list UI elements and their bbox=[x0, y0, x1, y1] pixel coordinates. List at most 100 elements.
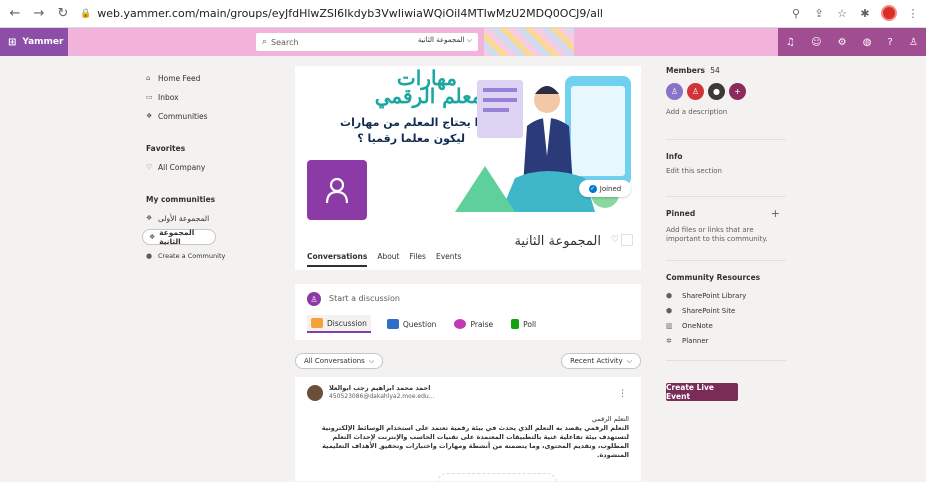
tool-label: Discussion bbox=[327, 318, 367, 328]
add-pinned-icon[interactable]: + bbox=[771, 207, 780, 220]
nav-label: Home Feed bbox=[158, 73, 201, 83]
main-column: مهارات المعلم الرقمي ماذا يحتاج المعلم م… bbox=[295, 66, 641, 481]
start-discussion-input[interactable]: Start a discussion bbox=[329, 294, 400, 303]
member-avatar[interactable]: ♙ bbox=[666, 83, 683, 100]
question-button[interactable]: Question bbox=[385, 315, 439, 333]
nav-create-community[interactable]: ● Create a Community bbox=[146, 248, 276, 264]
resource-sharepoint-library[interactable]: ⬢ SharePoint Library bbox=[666, 288, 786, 303]
tool-label: Poll bbox=[523, 319, 537, 329]
my-communities-heading: My communities bbox=[146, 195, 216, 204]
question-icon bbox=[386, 319, 399, 329]
community-icon: ❖ bbox=[149, 233, 156, 241]
group-logo bbox=[307, 160, 367, 220]
member-avatar[interactable]: ♙ bbox=[687, 83, 704, 100]
tab-files[interactable]: Files bbox=[410, 252, 426, 267]
sharepoint-icon: ⬢ bbox=[666, 291, 673, 300]
filter-label: All Conversations bbox=[304, 357, 365, 365]
resource-label: SharePoint Site bbox=[682, 306, 736, 315]
live-event-section: Create Live Event bbox=[666, 383, 786, 401]
settings-icon[interactable]: ⚙ bbox=[838, 37, 847, 48]
right-sidebar: Members 54 ♙ ♙ ● + Add a description Inf… bbox=[666, 66, 786, 401]
zoom-icon[interactable]: ⚲ bbox=[789, 7, 803, 20]
create-live-event-button[interactable]: Create Live Event bbox=[666, 383, 738, 401]
nav-all-company[interactable]: ♡ All Company bbox=[146, 159, 276, 175]
nav-community-2[interactable]: ❖ المجموعة الثانية bbox=[142, 228, 216, 246]
notifications-icon[interactable]: ♫ bbox=[786, 37, 795, 48]
nav-communities[interactable]: ❖ Communities bbox=[146, 108, 276, 124]
nav-label: Inbox bbox=[158, 92, 179, 102]
brand[interactable]: ⊞ Yammer bbox=[0, 28, 68, 56]
home-icon: ⌂ bbox=[146, 74, 151, 82]
resources-list: ⬢ SharePoint Library ⬢ SharePoint Site ▥ On… bbox=[666, 288, 786, 348]
sharepoint-icon: ⬢ bbox=[666, 306, 673, 315]
resource-label: SharePoint Library bbox=[682, 291, 747, 300]
favorite-heart-icon[interactable]: ♡ bbox=[611, 235, 619, 245]
discussion-button[interactable]: Discussion bbox=[307, 315, 371, 333]
resource-planner[interactable]: ✲ Planner bbox=[666, 333, 786, 348]
members-count: 54 bbox=[710, 66, 720, 75]
emoji-icon[interactable]: ☺ bbox=[811, 37, 821, 48]
praise-button[interactable]: Praise bbox=[452, 315, 495, 333]
search-scope[interactable]: المجموعة الثانية ⌵ bbox=[418, 36, 472, 45]
add-circle-icon: ● bbox=[146, 252, 153, 260]
extensions-icon[interactable]: ✱ bbox=[858, 7, 872, 20]
more-options-button[interactable] bbox=[621, 234, 633, 246]
nav-community-1[interactable]: ❖ المجموعة الأولى bbox=[146, 210, 276, 226]
app-launcher-icon[interactable]: ⊞ bbox=[8, 37, 16, 48]
community-icon: ❖ bbox=[146, 214, 153, 222]
praise-icon bbox=[454, 319, 467, 329]
author-name[interactable]: احمد محمد ابراهيم رجب ابوالعلا bbox=[329, 384, 430, 392]
tab-about[interactable]: About bbox=[377, 252, 399, 267]
nav-inbox[interactable]: ▭ Inbox bbox=[146, 89, 276, 105]
address-bar[interactable]: 🔒 web.yammer.com/main/groups/eyJfdHlwZSI… bbox=[80, 4, 603, 24]
group-avatar-icon bbox=[325, 177, 349, 204]
user-avatar: ♙ bbox=[307, 292, 321, 306]
planner-icon: ✲ bbox=[666, 336, 672, 345]
joined-button[interactable]: ✓ Joined bbox=[579, 180, 631, 197]
author-email: 450523086@dakahlya2.moe.edu... bbox=[329, 393, 435, 400]
filter-label: Recent Activity bbox=[570, 357, 623, 365]
member-avatars: ♙ ♙ ● + bbox=[666, 83, 786, 100]
divider bbox=[666, 360, 786, 361]
divider bbox=[666, 196, 786, 197]
publisher: ♙ Start a discussion Discussion Question… bbox=[295, 284, 641, 340]
poll-button[interactable]: Poll bbox=[509, 315, 538, 333]
tab-conversations[interactable]: Conversations bbox=[307, 252, 368, 267]
forward-icon[interactable]: → bbox=[30, 5, 48, 23]
back-icon[interactable]: ← bbox=[6, 5, 24, 23]
recent-activity-dropdown[interactable]: Recent Activity ⌵ bbox=[561, 353, 641, 369]
add-member-icon[interactable]: + bbox=[729, 83, 746, 100]
group-header: مهارات المعلم الرقمي ماذا يحتاج المعلم م… bbox=[295, 66, 641, 270]
post-more-icon[interactable]: ⋮ bbox=[618, 389, 627, 399]
nav-label: Create a Community bbox=[158, 252, 226, 260]
pinned-section: Pinned + Add files or links that are imp… bbox=[666, 207, 786, 244]
help-icon[interactable]: ? bbox=[888, 37, 893, 48]
tab-events[interactable]: Events bbox=[436, 252, 461, 267]
feed-post: احمد محمد ابراهيم رجب ابوالعلا 450523086… bbox=[295, 377, 641, 481]
member-avatar[interactable]: ● bbox=[708, 83, 725, 100]
nav-label: All Company bbox=[158, 162, 206, 172]
info-heading: Info bbox=[666, 152, 683, 161]
search-input[interactable]: ⌕ Search المجموعة الثانية ⌵ bbox=[256, 33, 478, 51]
resource-onenote[interactable]: ▥ OneNote bbox=[666, 318, 786, 333]
resources-heading: Community Resources bbox=[666, 273, 761, 282]
globe-icon[interactable]: ◍ bbox=[863, 37, 872, 48]
nav-label: Communities bbox=[158, 111, 208, 121]
edit-section-link[interactable]: Edit this section bbox=[666, 167, 786, 176]
author-avatar[interactable] bbox=[307, 385, 323, 401]
star-icon[interactable]: ☆ bbox=[835, 7, 849, 20]
publisher-tools: Discussion Question Praise Poll bbox=[307, 315, 538, 333]
share-icon[interactable]: ⇪ bbox=[812, 7, 826, 20]
members-heading[interactable]: Members 54 bbox=[666, 66, 786, 75]
reload-icon[interactable]: ↻ bbox=[54, 5, 72, 23]
account-icon[interactable]: ♙ bbox=[909, 37, 918, 48]
nav-home-feed[interactable]: ⌂ Home Feed bbox=[146, 70, 276, 86]
nav-label: المجموعة الأولى bbox=[158, 213, 210, 223]
menu-dots-icon[interactable]: ⋮ bbox=[906, 7, 920, 20]
add-description-link[interactable]: Add a description bbox=[666, 108, 786, 117]
discussion-icon bbox=[311, 318, 323, 328]
all-conversations-dropdown[interactable]: All Conversations ⌵ bbox=[295, 353, 384, 369]
info-section: Info Edit this section bbox=[666, 152, 786, 176]
profile-avatar-icon[interactable] bbox=[881, 5, 897, 21]
resource-sharepoint-site[interactable]: ⬢ SharePoint Site bbox=[666, 303, 786, 318]
